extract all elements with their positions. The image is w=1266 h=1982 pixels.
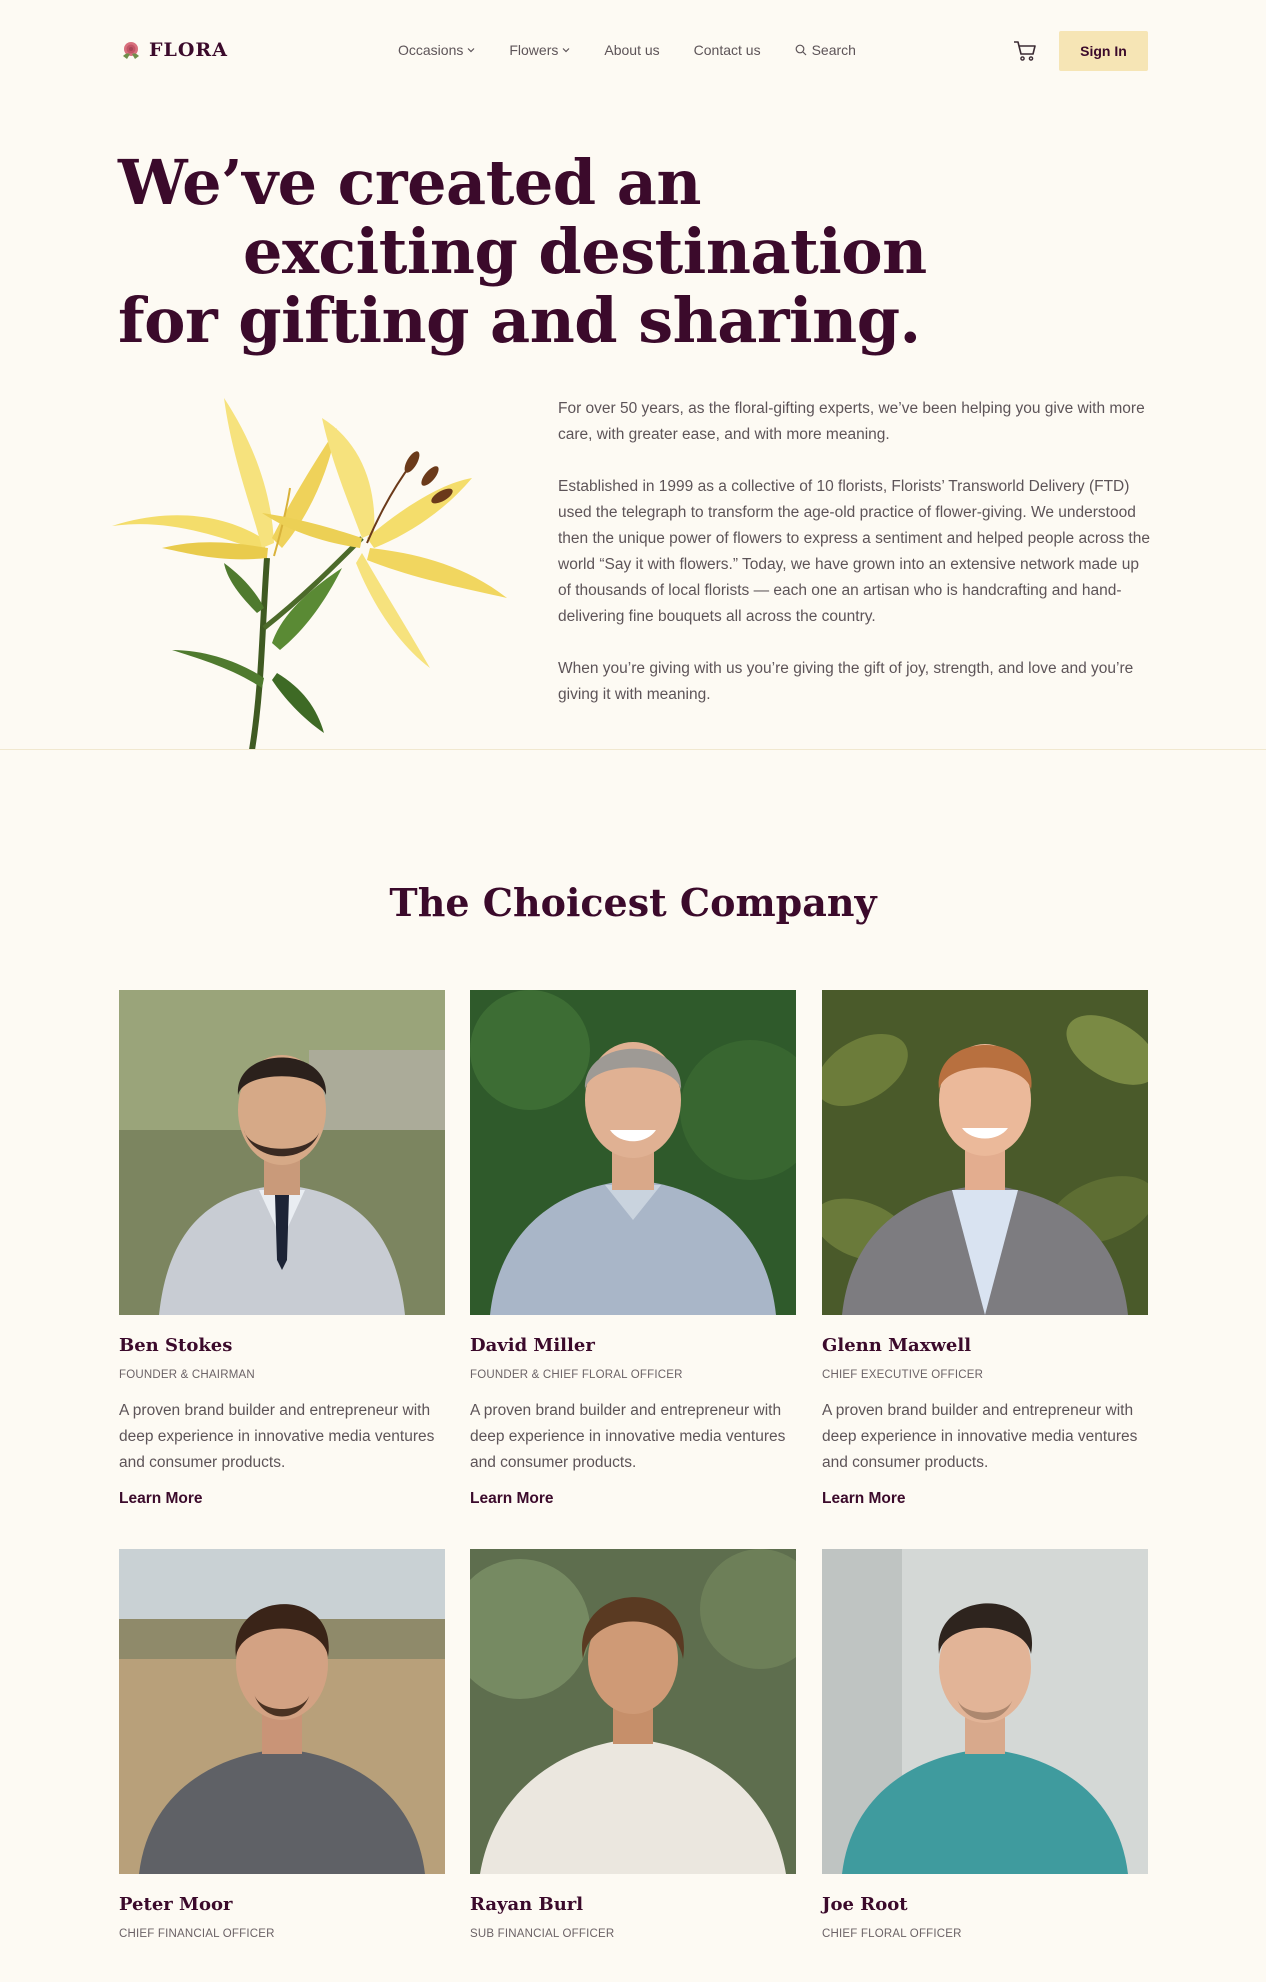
about-paragraph-2: Established in 1999 as a collective of 1… bbox=[558, 478, 1150, 625]
team-card-peter-moor: Peter Moor Chief Financial Officer bbox=[119, 1549, 445, 1940]
member-name: Ben Stokes bbox=[119, 1335, 233, 1356]
menu-item-label: Flowers bbox=[509, 42, 559, 58]
portrait-photo bbox=[470, 990, 796, 1315]
rose-logo-icon bbox=[123, 42, 139, 59]
hero-title-line-2: exciting destination bbox=[243, 215, 927, 288]
member-role: Chief Floral Officer bbox=[822, 1928, 962, 1940]
member-role: Founder & Chief Floral Officer bbox=[470, 1369, 683, 1381]
member-bio: A proven brand builder and entrepreneur … bbox=[470, 1402, 786, 1471]
portrait-photo bbox=[822, 990, 1148, 1315]
lily-flower-image bbox=[112, 398, 507, 750]
learn-more-link[interactable]: Learn More bbox=[822, 1490, 906, 1508]
menu-item-flowers[interactable]: Flowers bbox=[509, 42, 570, 58]
hero-title-line-3: for gifting and sharing. bbox=[118, 284, 921, 357]
hero-title: We’ve created an exciting destination fo… bbox=[118, 148, 927, 355]
search-label: Search bbox=[811, 42, 856, 58]
member-name: Glenn Maxwell bbox=[822, 1335, 972, 1356]
menu-item-label: Contact us bbox=[693, 42, 761, 58]
member-name: David Miller bbox=[470, 1335, 595, 1356]
hero-title-line-1: We’ve created an bbox=[118, 146, 701, 219]
main-menu: Occasions Flowers About us Contact us Se… bbox=[398, 42, 856, 58]
menu-item-about-us[interactable]: About us bbox=[604, 42, 659, 58]
member-bio: A proven brand builder and entrepreneur … bbox=[822, 1402, 1138, 1471]
chevron-down-icon bbox=[467, 48, 475, 53]
about-text: For over 50 years, as the floral-gifting… bbox=[558, 396, 1150, 734]
portrait-photo bbox=[822, 1549, 1148, 1874]
menu-item-label: About us bbox=[604, 42, 660, 58]
logo-text: FLORA bbox=[149, 39, 228, 61]
search-button[interactable]: Search bbox=[795, 42, 856, 58]
portrait-photo bbox=[119, 1549, 445, 1874]
team-card-rayan-burl: Rayan Burl Sub Financial Officer bbox=[470, 1549, 796, 1940]
logo[interactable]: FLORA bbox=[119, 38, 228, 62]
menu-item-occasions[interactable]: Occasions bbox=[398, 42, 475, 58]
team-card-ben-stokes: Ben Stokes Founder & Chairman A proven b… bbox=[119, 990, 445, 1508]
chevron-down-icon bbox=[562, 48, 570, 53]
learn-more-link[interactable]: Learn More bbox=[119, 1490, 203, 1508]
about-paragraph-3: When you’re giving with us you’re giving… bbox=[558, 660, 1134, 703]
member-bio: A proven brand builder and entrepreneur … bbox=[119, 1402, 435, 1471]
member-role: Sub Financial Officer bbox=[470, 1928, 615, 1940]
cart-icon[interactable] bbox=[1012, 38, 1038, 64]
member-role: Chief Executive Officer bbox=[822, 1369, 984, 1381]
menu-item-contact-us[interactable]: Contact us bbox=[694, 42, 761, 58]
member-name: Joe Root bbox=[822, 1894, 908, 1915]
portrait-photo bbox=[119, 990, 445, 1315]
about-paragraph-1: For over 50 years, as the floral-gifting… bbox=[558, 400, 1145, 443]
sign-in-button[interactable]: Sign In bbox=[1059, 31, 1148, 71]
search-icon bbox=[795, 44, 807, 56]
learn-more-link[interactable]: Learn More bbox=[470, 1490, 554, 1508]
member-name: Rayan Burl bbox=[470, 1894, 584, 1915]
member-role: Chief Financial Officer bbox=[119, 1928, 275, 1940]
menu-item-label: Occasions bbox=[398, 42, 464, 58]
team-card-glenn-maxwell: Glenn Maxwell Chief Executive Officer A … bbox=[822, 990, 1148, 1508]
member-role: Founder & Chairman bbox=[119, 1369, 255, 1381]
team-card-joe-root: Joe Root Chief Floral Officer bbox=[822, 1549, 1148, 1940]
section-divider bbox=[0, 749, 1266, 750]
team-section-title: The Choicest Company bbox=[389, 880, 877, 925]
member-name: Peter Moor bbox=[119, 1894, 233, 1915]
portrait-photo bbox=[470, 1549, 796, 1874]
top-navigation: FLORA Occasions Flowers About us Contact… bbox=[0, 0, 1266, 102]
team-card-david-miller: David Miller Founder & Chief Floral Offi… bbox=[470, 990, 796, 1508]
